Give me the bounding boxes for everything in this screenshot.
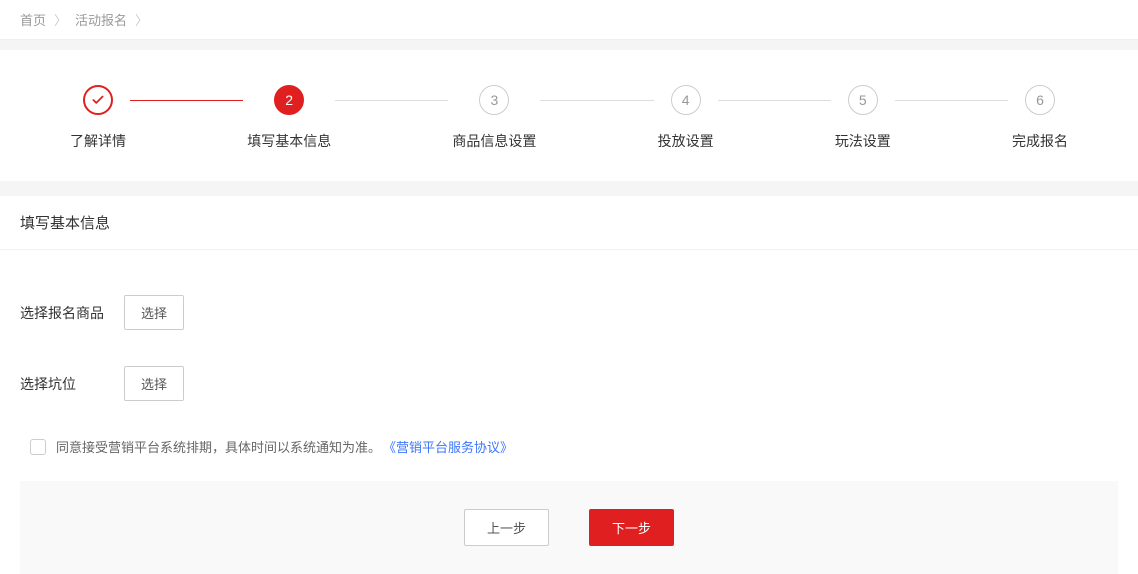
breadcrumb-home[interactable]: 首页 bbox=[20, 10, 46, 29]
agreement-link[interactable]: 《营销平台服务协议》 bbox=[383, 437, 513, 456]
step-label: 完成报名 bbox=[1012, 131, 1068, 151]
step-label: 商品信息设置 bbox=[452, 131, 536, 151]
step-line bbox=[540, 100, 653, 101]
step-line bbox=[895, 100, 1008, 101]
step-5: 5 玩法设置 bbox=[835, 85, 891, 151]
step-circle-current: 2 bbox=[274, 85, 304, 115]
prev-button[interactable]: 上一步 bbox=[464, 509, 549, 546]
agreement-text: 同意接受营销平台系统排期，具体时间以系统通知为准。 bbox=[56, 437, 381, 456]
breadcrumb-activity[interactable]: 活动报名 bbox=[75, 10, 127, 29]
steps-container: 了解详情 2 填写基本信息 3 商品信息设置 4 投放设置 5 玩法设置 6 完… bbox=[0, 50, 1138, 181]
step-line bbox=[718, 100, 831, 101]
breadcrumb: 首页 〉 活动报名 〉 bbox=[0, 0, 1138, 40]
select-product-button[interactable]: 选择 bbox=[124, 295, 184, 330]
step-circle-pending: 4 bbox=[671, 85, 701, 115]
breadcrumb-separator: 〉 bbox=[135, 10, 148, 29]
form-area: 选择报名商品 选择 选择坑位 选择 同意接受营销平台系统排期，具体时间以系统通知… bbox=[0, 250, 1138, 574]
step-circle-pending: 5 bbox=[848, 85, 878, 115]
step-3: 3 商品信息设置 bbox=[452, 85, 536, 151]
section-title: 填写基本信息 bbox=[0, 196, 1138, 250]
form-row-slot: 选择坑位 选择 bbox=[20, 366, 1118, 401]
step-1: 了解详情 bbox=[70, 85, 126, 151]
step-line bbox=[335, 100, 448, 101]
step-label: 了解详情 bbox=[70, 131, 126, 151]
step-circle-completed bbox=[83, 85, 113, 115]
step-4: 4 投放设置 bbox=[658, 85, 714, 151]
step-line bbox=[130, 100, 243, 101]
steps: 了解详情 2 填写基本信息 3 商品信息设置 4 投放设置 5 玩法设置 6 完… bbox=[70, 85, 1068, 151]
agreement-checkbox[interactable] bbox=[30, 439, 46, 455]
select-slot-button[interactable]: 选择 bbox=[124, 366, 184, 401]
product-label: 选择报名商品 bbox=[20, 303, 108, 323]
step-label: 填写基本信息 bbox=[247, 131, 331, 151]
step-label: 玩法设置 bbox=[835, 131, 891, 151]
footer-bar: 上一步 下一步 bbox=[20, 481, 1118, 574]
step-6: 6 完成报名 bbox=[1012, 85, 1068, 151]
agreement-row: 同意接受营销平台系统排期，具体时间以系统通知为准。 《营销平台服务协议》 bbox=[20, 437, 1118, 456]
form-row-product: 选择报名商品 选择 bbox=[20, 295, 1118, 330]
next-button[interactable]: 下一步 bbox=[589, 509, 674, 546]
step-circle-pending: 6 bbox=[1025, 85, 1055, 115]
step-circle-pending: 3 bbox=[479, 85, 509, 115]
breadcrumb-separator: 〉 bbox=[54, 10, 67, 29]
step-label: 投放设置 bbox=[658, 131, 714, 151]
check-icon bbox=[91, 93, 105, 107]
slot-label: 选择坑位 bbox=[20, 374, 108, 394]
step-2: 2 填写基本信息 bbox=[247, 85, 331, 151]
